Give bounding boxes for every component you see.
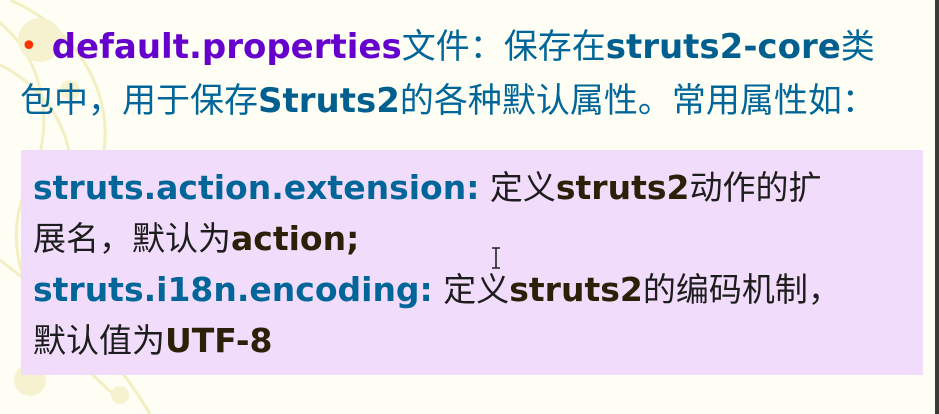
property-bold-text: struts2 — [555, 168, 690, 207]
property-text: 展名，默认为 — [33, 219, 231, 258]
property-bold-text: struts2 — [509, 270, 643, 309]
bullet-line-2: 包中，用于保存Struts2的各种默认属性。常用属性如： — [20, 74, 920, 128]
bullet-paragraph: • default.properties文件：保存在struts2-core类 包… — [20, 20, 920, 128]
properties-panel: struts.action.extension: 定义struts2动作的扩 展… — [21, 150, 923, 375]
property-key-i18n-encoding: struts.i18n.encoding: — [33, 270, 433, 309]
property-line: 默认值为UTF-8 — [33, 315, 913, 366]
property-line: struts.i18n.encoding: 定义struts2的编码机制， — [33, 264, 913, 315]
property-key-action-extension: struts.action.extension: — [33, 168, 480, 207]
bullet-text: 文件：保存在 — [401, 27, 606, 67]
text-cursor-icon — [492, 247, 500, 269]
bullet-text: 的各种默认属性。常用属性如： — [399, 81, 876, 121]
property-line: struts.action.extension: 定义struts2动作的扩 — [33, 162, 913, 213]
properties-panel-text: struts.action.extension: 定义struts2动作的扩 展… — [33, 162, 913, 366]
term-struts2-core: struts2-core — [605, 27, 841, 67]
term-struts2: Struts2 — [258, 81, 400, 121]
property-text: 定义 — [432, 270, 510, 309]
bullet-line-1: • default.properties文件：保存在struts2-core类 — [20, 20, 920, 74]
property-text: 定义 — [479, 168, 556, 207]
property-default-value: UTF-8 — [165, 321, 273, 360]
bullet-text: 包中，用于保存 — [20, 81, 258, 121]
property-text: 默认值为 — [33, 321, 165, 360]
property-text: 动作的扩 — [689, 168, 822, 207]
bullet-text: 类 — [840, 27, 875, 67]
property-default-value: action; — [231, 219, 360, 258]
slide: • default.properties文件：保存在struts2-core类 包… — [0, 0, 939, 414]
property-text: 的编码机制， — [642, 270, 841, 309]
property-line: 展名，默认为action; — [33, 213, 913, 264]
term-default-properties: default.properties — [51, 27, 402, 67]
slide-right-border — [935, 0, 939, 414]
bullet-marker: • — [20, 29, 38, 64]
